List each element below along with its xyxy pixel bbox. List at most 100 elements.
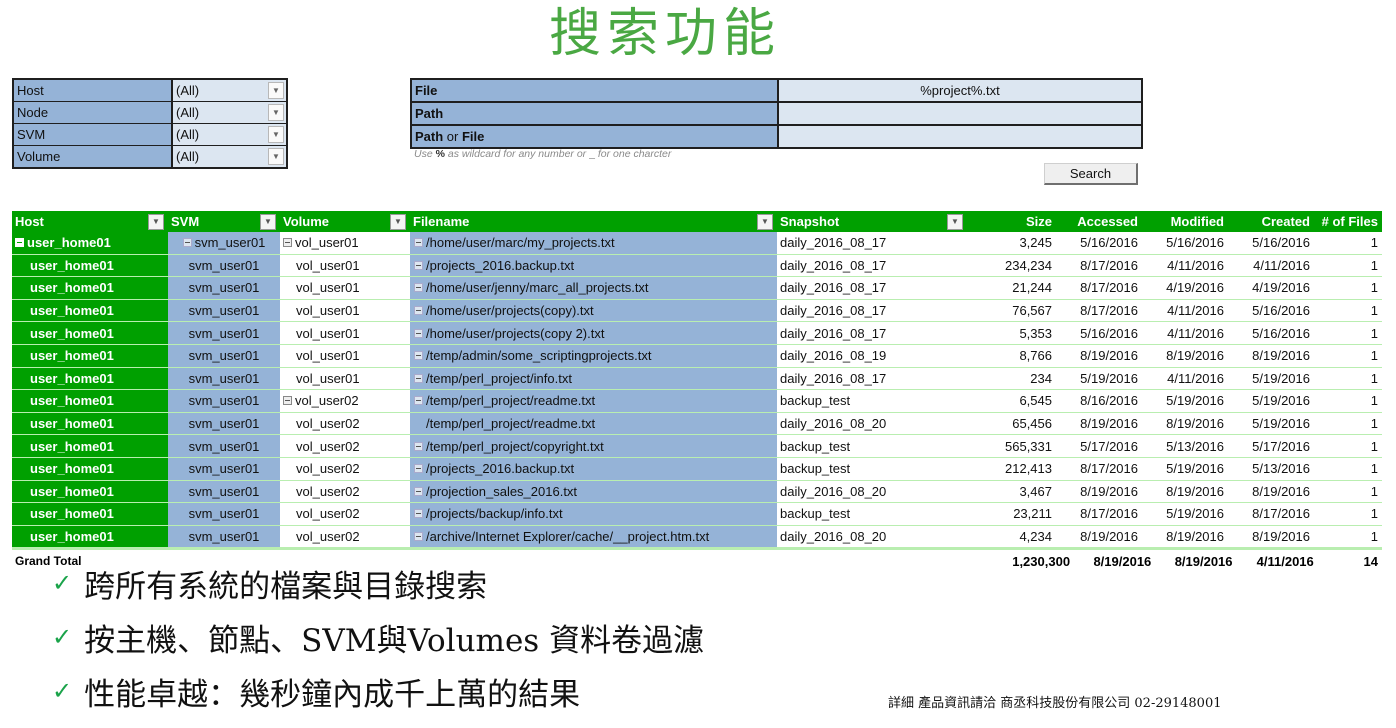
cell-size: 234,234 — [1005, 257, 1052, 273]
collapse-toggle-icon[interactable] — [414, 532, 423, 542]
collapse-toggle-icon[interactable] — [283, 238, 292, 248]
column-header-size[interactable]: Size — [967, 211, 1052, 232]
column-header-modified[interactable]: Modified — [1138, 211, 1224, 232]
cell-text: user_home01 — [30, 280, 114, 296]
collapse-toggle-icon[interactable] — [414, 328, 423, 338]
table-row[interactable]: user_home01 svm_user01 vol_user02/temp/per… — [12, 412, 1382, 436]
cell-host: user_home01 — [12, 412, 168, 435]
collapse-toggle-icon[interactable] — [414, 260, 423, 270]
filter-dropdown-icon[interactable]: ▼ — [148, 213, 164, 230]
collapse-toggle-icon[interactable] — [414, 509, 423, 519]
path-input[interactable] — [779, 103, 1141, 124]
column-header-host[interactable]: Host ▼ — [12, 211, 168, 232]
cell-text: user_home01 — [30, 370, 114, 386]
collapse-toggle-icon[interactable] — [414, 441, 423, 451]
collapse-toggle-icon[interactable] — [182, 238, 192, 248]
cell-svm: svm_user01 — [168, 480, 280, 503]
file-input[interactable] — [779, 80, 1141, 101]
filter-dropdown-icon[interactable]: ▼ — [947, 213, 963, 230]
cell-volume: vol_user01 — [280, 232, 410, 254]
cell-size: 3,467 — [1019, 483, 1052, 499]
cell-modified: 8/19/2016 — [1166, 348, 1224, 364]
cell-accessed: 8/19/2016 — [1080, 416, 1138, 432]
column-header-volume[interactable]: Volume ▼ — [280, 211, 410, 232]
table-row[interactable]: user_home01 svm_user01 vol_user01/home/use… — [12, 277, 1382, 300]
cell-filename: /temp/perl_project/copyright.txt — [410, 435, 777, 457]
collapse-toggle-icon[interactable] — [414, 306, 423, 316]
filter-dropdown-icon[interactable]: ▼ — [757, 213, 773, 230]
filter-dropdown-icon[interactable]: ▼ — [390, 213, 406, 230]
collapse-toggle-icon[interactable] — [414, 486, 423, 496]
cell-filename: /archive/Internet Explorer/cache/__proje… — [410, 525, 777, 548]
dropdown-arrow-icon[interactable]: ▼ — [268, 82, 284, 99]
cell-size: 6,545 — [1019, 393, 1052, 409]
cell-modified: 5/19/2016 — [1166, 393, 1224, 409]
table-row[interactable]: user_home01 svm_user01 vol_user01/home/use… — [12, 299, 1382, 323]
cell-host: user_home01 — [12, 322, 168, 344]
cell-svm: svm_user01 — [168, 232, 280, 254]
total-created: 4/11/2016 — [1256, 553, 1314, 569]
cell-created: 5/19/2016 — [1252, 370, 1310, 386]
column-header-svm[interactable]: SVM ▼ — [168, 211, 280, 232]
column-header-filename[interactable]: Filename ▼ — [410, 211, 777, 232]
table-row[interactable]: user_home01 svm_user01 vol_user02/temp/per… — [12, 390, 1382, 413]
node-filter-select[interactable]: (All) ▼ — [173, 102, 286, 123]
table-row[interactable]: user_home01 svm_user01 vol_user01/projects… — [12, 254, 1382, 278]
collapse-toggle-icon[interactable] — [414, 238, 423, 248]
table-row[interactable]: user_home01 svm_user01 vol_user02/archive/… — [12, 525, 1382, 549]
table-header: Host ▼ SVM ▼ Volume ▼ Filename ▼ Snapshot ▼ S… — [12, 211, 1382, 232]
column-header-snapshot[interactable]: Snapshot ▼ — [777, 211, 967, 232]
table-row[interactable]: user_home01 svm_user01 vol_user02/projecti… — [12, 480, 1382, 504]
cell-count: 1 — [1370, 529, 1378, 545]
cell-text: /projection_sales_2016.txt — [426, 483, 578, 499]
cell-accessed: 8/19/2016 — [1080, 348, 1138, 364]
collapse-toggle-icon[interactable] — [15, 238, 24, 248]
cell-svm: svm_user01 — [168, 390, 280, 412]
table-row[interactable]: user_home01 svm_user01 vol_user02/projects… — [12, 503, 1382, 526]
table-row[interactable]: user_home01 svm_user01 vol_user01/temp/adm… — [12, 344, 1382, 368]
cell-filename: /projects/backup/info.txt — [410, 503, 777, 525]
cell-volume: vol_user02 — [280, 503, 410, 525]
collapse-toggle-icon[interactable] — [414, 373, 423, 383]
dropdown-arrow-icon[interactable]: ▼ — [268, 104, 284, 121]
path-or-file-input[interactable] — [779, 126, 1141, 147]
cell-text: /temp/perl_project/readme.txt — [426, 416, 596, 432]
dropdown-arrow-icon[interactable]: ▼ — [268, 148, 284, 165]
search-button[interactable]: Search — [1044, 163, 1138, 185]
search-panel: File Path Path or File — [410, 78, 1143, 149]
collapse-toggle-icon[interactable] — [414, 396, 423, 406]
cell-text: vol_user02 — [296, 506, 360, 522]
cell-filename: /temp/perl_project/info.txt — [410, 367, 777, 390]
table-row[interactable]: user_home01 svm_user01 vol_user01/home/use… — [12, 232, 1382, 255]
cell-filename: /projects_2016.backup.txt — [410, 254, 777, 277]
collapse-toggle-icon[interactable] — [414, 351, 423, 361]
table-row[interactable]: user_home01 svm_user01 vol_user02/temp/per… — [12, 435, 1382, 458]
column-header-accessed[interactable]: Accessed — [1052, 211, 1138, 232]
collapse-toggle-icon[interactable] — [414, 283, 423, 293]
cell-text: svm_user01 — [188, 393, 260, 409]
cell-text: vol_user01 — [296, 325, 360, 341]
filter-dropdown-icon[interactable]: ▼ — [260, 213, 276, 230]
column-header-count[interactable]: # of Files — [1310, 211, 1382, 232]
table-body: user_home01 svm_user01 vol_user01/home/use… — [12, 232, 1382, 549]
cell-host: user_home01 — [12, 525, 168, 548]
table-row[interactable]: user_home01 svm_user01 vol_user01/home/use… — [12, 322, 1382, 345]
cell-text: vol_user02 — [295, 393, 359, 409]
collapse-toggle-icon[interactable] — [414, 464, 423, 474]
cell-host: user_home01 — [12, 480, 168, 503]
volume-filter-select[interactable]: (All) ▼ — [173, 146, 286, 167]
host-filter-select[interactable]: (All) ▼ — [173, 80, 286, 101]
cell-created: 8/19/2016 — [1252, 529, 1310, 545]
filter-label: Host — [14, 80, 173, 101]
table-row[interactable]: user_home01 svm_user01 vol_user01/temp/per… — [12, 367, 1382, 391]
cell-created: 5/13/2016 — [1252, 461, 1310, 477]
cell-snapshot: backup_test — [777, 390, 967, 412]
cell-snapshot: daily_2016_08_17 — [777, 299, 967, 322]
column-header-created[interactable]: Created — [1224, 211, 1310, 232]
table-row[interactable]: user_home01 svm_user01 vol_user02/projects… — [12, 457, 1382, 481]
filter-svm: SVM (All) ▼ — [14, 124, 286, 146]
dropdown-arrow-icon[interactable]: ▼ — [268, 126, 284, 143]
collapse-toggle-icon[interactable] — [283, 396, 292, 406]
svm-filter-select[interactable]: (All) ▼ — [173, 124, 286, 145]
cell-size: 4,234 — [1019, 529, 1052, 545]
